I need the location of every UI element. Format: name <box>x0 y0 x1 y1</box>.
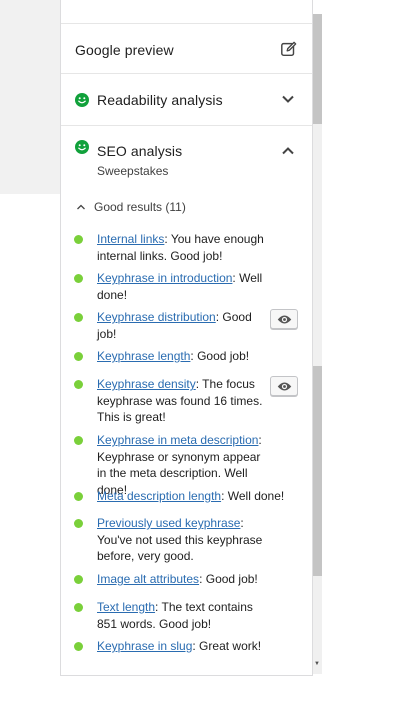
smiley-good-icon <box>75 93 89 107</box>
good-status-bullet <box>74 642 83 651</box>
focus-keyphrase: Sweepstakes <box>97 164 169 178</box>
result-text: Keyphrase in slug: Great work! <box>97 638 293 655</box>
result-text: Internal links: You have enough internal… <box>97 231 293 264</box>
good-status-bullet <box>74 519 83 528</box>
result-text: Keyphrase distribution: Good job! <box>97 309 273 342</box>
result-link[interactable]: Meta description length <box>97 489 221 503</box>
good-status-bullet <box>74 235 83 244</box>
chevron-up-icon[interactable] <box>280 143 296 159</box>
result-description: : Good job! <box>199 572 258 586</box>
result-text: Text length: The text contains 851 words… <box>97 599 273 632</box>
readability-analysis-section[interactable]: Readability analysis <box>61 74 312 126</box>
google-preview-section[interactable]: Google preview <box>61 24 312 74</box>
result-link[interactable]: Text length <box>97 600 155 614</box>
scrollbar-thumb-inner[interactable] <box>313 366 322 576</box>
result-text: Image alt attributes: Good job! <box>97 571 293 588</box>
editor-background <box>0 0 60 194</box>
highlight-toggle-button[interactable] <box>270 309 298 329</box>
result-link[interactable]: Keyphrase in introduction <box>97 271 232 285</box>
result-link[interactable]: Keyphrase density <box>97 377 196 391</box>
result-text: Meta description length: Well done! <box>97 488 293 505</box>
good-status-bullet <box>74 603 83 612</box>
result-text: Keyphrase length: Good job! <box>97 348 293 365</box>
result-description: : Great work! <box>192 639 262 653</box>
result-link[interactable]: Keyphrase in slug <box>97 639 192 653</box>
result-link[interactable]: Previously used keyphrase <box>97 516 240 530</box>
good-status-bullet <box>74 575 83 584</box>
eye-icon <box>277 382 292 391</box>
result-link[interactable]: Internal links <box>97 232 164 246</box>
highlight-toggle-button[interactable] <box>270 376 298 396</box>
result-link[interactable]: Keyphrase distribution <box>97 310 216 324</box>
good-results-toggle[interactable]: Good results (11) <box>76 200 186 214</box>
seo-analysis-section[interactable]: SEO analysis Sweepstakes <box>61 126 312 194</box>
good-status-bullet <box>74 492 83 501</box>
page: ▼ Google preview Readability analysis SE… <box>0 0 416 716</box>
google-preview-label: Google preview <box>75 42 174 58</box>
result-text: Keyphrase in introduction: Well done! <box>97 270 293 303</box>
result-text: Previously used keyphrase: You've not us… <box>97 515 273 565</box>
eye-icon <box>277 315 292 324</box>
result-description: : Well done! <box>221 489 285 503</box>
scroll-down-arrow-icon[interactable]: ▼ <box>314 660 320 668</box>
good-status-bullet <box>74 436 83 445</box>
chevron-up-icon <box>77 204 85 210</box>
smiley-good-icon <box>75 140 89 154</box>
good-status-bullet <box>74 380 83 389</box>
good-status-bullet <box>74 274 83 283</box>
seo-analysis-label: SEO analysis <box>97 143 183 159</box>
good-status-bullet <box>74 352 83 361</box>
edit-icon[interactable] <box>280 40 298 58</box>
result-text: Keyphrase density: The focus keyphrase w… <box>97 376 273 426</box>
readability-analysis-label: Readability analysis <box>97 92 223 108</box>
result-link[interactable]: Keyphrase in meta description <box>97 433 258 447</box>
good-status-bullet <box>74 313 83 322</box>
chevron-down-icon[interactable] <box>280 91 296 107</box>
result-link[interactable]: Image alt attributes <box>97 572 199 586</box>
good-results-label: Good results (11) <box>94 200 186 214</box>
result-link[interactable]: Keyphrase length <box>97 349 190 363</box>
result-description: : Good job! <box>190 349 250 363</box>
scrollbar-thumb[interactable] <box>313 14 322 124</box>
